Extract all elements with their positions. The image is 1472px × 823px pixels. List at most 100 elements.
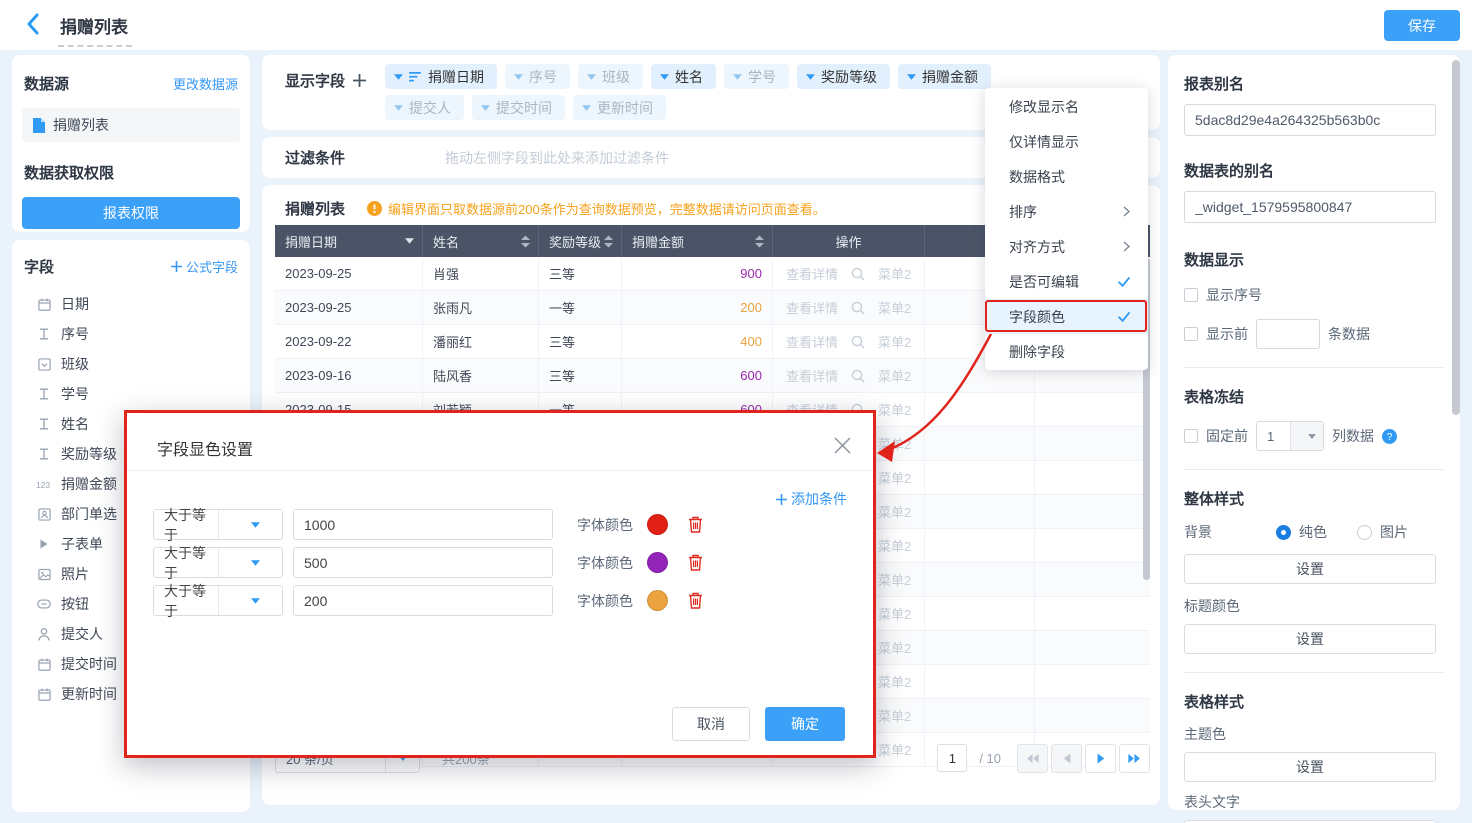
color-swatch[interactable] xyxy=(647,590,668,611)
menu-item-label: 删除字段 xyxy=(1009,342,1065,362)
field-chip[interactable]: 更新时间 xyxy=(573,95,666,120)
confirm-button[interactable]: 确定 xyxy=(765,707,845,741)
search-icon[interactable] xyxy=(851,335,865,349)
table-alias-input[interactable] xyxy=(1184,191,1436,223)
menu-item[interactable]: 排序 xyxy=(985,194,1148,229)
trash-icon[interactable] xyxy=(688,516,703,533)
help-icon[interactable]: ? xyxy=(1382,429,1397,444)
back-icon[interactable] xyxy=(26,13,48,37)
threshold-input[interactable] xyxy=(293,585,553,616)
operator-select[interactable]: 大于等于 xyxy=(153,585,283,616)
menu2-link[interactable]: 菜单2 xyxy=(878,706,911,725)
row-limit-input[interactable] xyxy=(1256,319,1320,349)
settings-scrollbar[interactable] xyxy=(1452,60,1460,415)
color-swatch[interactable] xyxy=(647,514,668,535)
save-button[interactable]: 保存 xyxy=(1384,10,1460,41)
field-item[interactable]: 学号 xyxy=(12,379,250,409)
column-header[interactable]: 奖励等级 xyxy=(539,225,622,257)
field-chip[interactable]: 捐赠金额 xyxy=(898,64,991,89)
menu-item[interactable]: 修改显示名 xyxy=(985,89,1148,124)
operator-select[interactable]: 大于等于 xyxy=(153,547,283,578)
menu2-link[interactable]: 菜单2 xyxy=(878,366,911,385)
prev-page-button[interactable] xyxy=(1051,744,1082,773)
field-chip[interactable]: 班级 xyxy=(578,64,643,89)
threshold-input[interactable] xyxy=(293,509,553,540)
datasource-item[interactable]: 捐赠列表 xyxy=(22,108,240,142)
menu2-link[interactable]: 菜单2 xyxy=(878,434,911,453)
menu2-link[interactable]: 菜单2 xyxy=(878,298,911,317)
report-alias-input[interactable] xyxy=(1184,104,1436,136)
menu2-link[interactable]: 菜单2 xyxy=(878,332,911,351)
menu2-link[interactable]: 菜单2 xyxy=(878,502,911,521)
menu-item[interactable]: 删除字段 xyxy=(985,334,1148,369)
field-item[interactable]: 日期 xyxy=(12,289,250,319)
cancel-button[interactable]: 取消 xyxy=(672,707,750,741)
background-set-button[interactable]: 设置 xyxy=(1184,554,1436,584)
menu2-link[interactable]: 菜单2 xyxy=(878,570,911,589)
field-chip[interactable]: 提交时间 xyxy=(472,95,565,120)
filter-dropzone[interactable]: 拖动左侧字段到此处来添加过滤条件 xyxy=(445,148,669,168)
theme-color-set-button[interactable]: 设置 xyxy=(1184,752,1436,782)
view-detail-link[interactable]: 查看详情 xyxy=(786,332,838,351)
menu2-link[interactable]: 菜单2 xyxy=(878,468,911,487)
number-icon: 123 xyxy=(36,479,52,490)
sort-icon[interactable] xyxy=(755,235,764,248)
menu-item[interactable]: 是否可编辑 xyxy=(985,264,1148,299)
field-chip[interactable]: 姓名 xyxy=(651,64,716,89)
sort-desc-icon[interactable] xyxy=(405,238,414,244)
menu-item-label: 仅详情显示 xyxy=(1009,132,1079,152)
field-chip[interactable]: 奖励等级 xyxy=(797,64,890,89)
field-chip[interactable]: 学号 xyxy=(724,64,789,89)
first-page-button[interactable] xyxy=(1017,744,1048,773)
menu-item[interactable]: 仅详情显示 xyxy=(985,124,1148,159)
add-condition-link[interactable]: 添加条件 xyxy=(776,489,847,509)
trash-icon[interactable] xyxy=(688,554,703,571)
field-chip[interactable]: 提交人 xyxy=(385,95,464,120)
formula-field-link[interactable]: 公式字段 xyxy=(171,257,238,276)
field-chip[interactable]: 捐赠日期 xyxy=(385,64,497,89)
last-page-button[interactable] xyxy=(1119,744,1150,773)
report-permission-button[interactable]: 报表权限 xyxy=(22,197,240,229)
field-item[interactable]: 班级 xyxy=(12,349,250,379)
sort-icon[interactable] xyxy=(604,235,613,248)
menu2-link[interactable]: 菜单2 xyxy=(878,536,911,555)
search-icon[interactable] xyxy=(851,369,865,383)
field-chip[interactable]: 序号 xyxy=(505,64,570,89)
svg-text:123: 123 xyxy=(36,480,50,490)
color-swatch[interactable] xyxy=(647,552,668,573)
show-first-checkbox[interactable] xyxy=(1184,327,1198,341)
fix-count-select[interactable]: 1 xyxy=(1256,421,1324,451)
show-index-checkbox[interactable] xyxy=(1184,288,1198,302)
close-icon[interactable] xyxy=(830,433,854,457)
threshold-input[interactable] xyxy=(293,547,553,578)
search-icon[interactable] xyxy=(851,267,865,281)
column-header[interactable]: 捐赠日期 xyxy=(275,225,423,257)
menu-item[interactable]: 对齐方式 xyxy=(985,229,1148,264)
solid-color-radio[interactable] xyxy=(1276,525,1291,540)
view-detail-link[interactable]: 查看详情 xyxy=(786,264,838,283)
add-field-icon[interactable] xyxy=(353,74,366,87)
menu2-link[interactable]: 菜单2 xyxy=(878,264,911,283)
view-detail-link[interactable]: 查看详情 xyxy=(786,366,838,385)
trash-icon[interactable] xyxy=(688,592,703,609)
operator-select[interactable]: 大于等于 xyxy=(153,509,283,540)
search-icon[interactable] xyxy=(851,301,865,315)
change-datasource-link[interactable]: 更改数据源 xyxy=(173,74,238,93)
column-header[interactable]: 姓名 xyxy=(423,225,539,257)
fix-columns-checkbox[interactable] xyxy=(1184,429,1198,443)
menu2-link[interactable]: 菜单2 xyxy=(878,604,911,623)
image-radio[interactable] xyxy=(1357,525,1372,540)
menu-item[interactable]: 字段颜色 xyxy=(985,299,1148,334)
column-header[interactable]: 操作 xyxy=(773,225,925,257)
view-detail-link[interactable]: 查看详情 xyxy=(786,298,838,317)
sort-icon[interactable] xyxy=(521,235,530,248)
column-header[interactable]: 捐赠金额 xyxy=(622,225,773,257)
menu2-link[interactable]: 菜单2 xyxy=(878,672,911,691)
menu2-link[interactable]: 菜单2 xyxy=(878,638,911,657)
page-input[interactable] xyxy=(937,744,967,772)
field-item[interactable]: 序号 xyxy=(12,319,250,349)
title-color-set-button[interactable]: 设置 xyxy=(1184,624,1436,654)
next-page-button[interactable] xyxy=(1085,744,1116,773)
menu-item[interactable]: 数据格式 xyxy=(985,159,1148,194)
menu2-link[interactable]: 菜单2 xyxy=(878,400,911,419)
